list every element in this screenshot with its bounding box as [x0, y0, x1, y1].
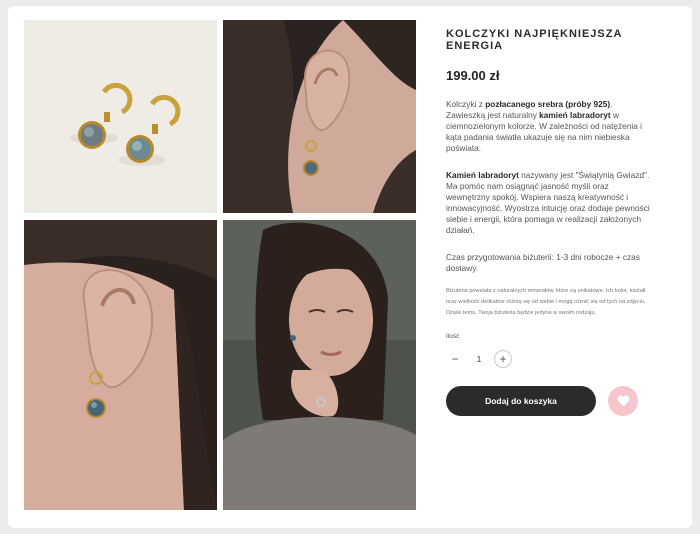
quantity-increase-button[interactable]: + — [494, 350, 512, 368]
product-photo-model[interactable] — [223, 220, 416, 510]
quantity-stepper: − 1 + — [446, 349, 652, 369]
earrings-image — [24, 20, 217, 213]
product-info: KOLCZYKI NAJPIĘKNIEJSZA ENERGIA 199.00 z… — [446, 28, 652, 416]
quantity-label: Ilość — [446, 333, 460, 340]
production-time: Czas przygotowania biżuterii: 1-3 dni ro… — [446, 252, 640, 273]
product-gallery — [24, 20, 417, 510]
desc1-run: Kolczyki z — [446, 99, 486, 109]
product-photo-ear-closeup[interactable] — [223, 20, 416, 213]
product-price: 199.00 zł — [446, 68, 500, 83]
product-description: Kolczyki z pozłacanego srebra (próby 925… — [446, 99, 652, 154]
quantity-value[interactable]: 1 — [464, 354, 494, 364]
product-title: KOLCZYKI NAJPIĘKNIEJSZA ENERGIA — [446, 28, 623, 52]
stone-description: Kamień labradoryt nazywany jest "Świątyn… — [446, 170, 652, 236]
desc1-run: kamień labradoryt — [539, 110, 611, 120]
wishlist-button[interactable] — [608, 386, 638, 416]
cart-actions: Dodaj do koszyka — [446, 386, 652, 416]
add-to-cart-button[interactable]: Dodaj do koszyka — [446, 386, 596, 416]
product-card: KOLCZYKI NAJPIĘKNIEJSZA ENERGIA 199.00 z… — [8, 6, 692, 528]
heart-icon — [617, 395, 629, 407]
desc2-run: Kamień labradoryt — [446, 170, 519, 180]
product-photo-earrings[interactable] — [24, 20, 217, 213]
ear-profile-image — [24, 220, 217, 510]
uniqueness-note: Biżuteria powstała z naturalnych minerał… — [446, 288, 646, 316]
ear-closeup-image — [223, 20, 416, 213]
product-photo-ear-profile[interactable] — [24, 220, 217, 510]
model-image — [223, 220, 416, 510]
quantity-decrease-button[interactable]: − — [446, 350, 464, 368]
desc1-run: pozłacanego srebra (próby 925) — [485, 99, 611, 109]
